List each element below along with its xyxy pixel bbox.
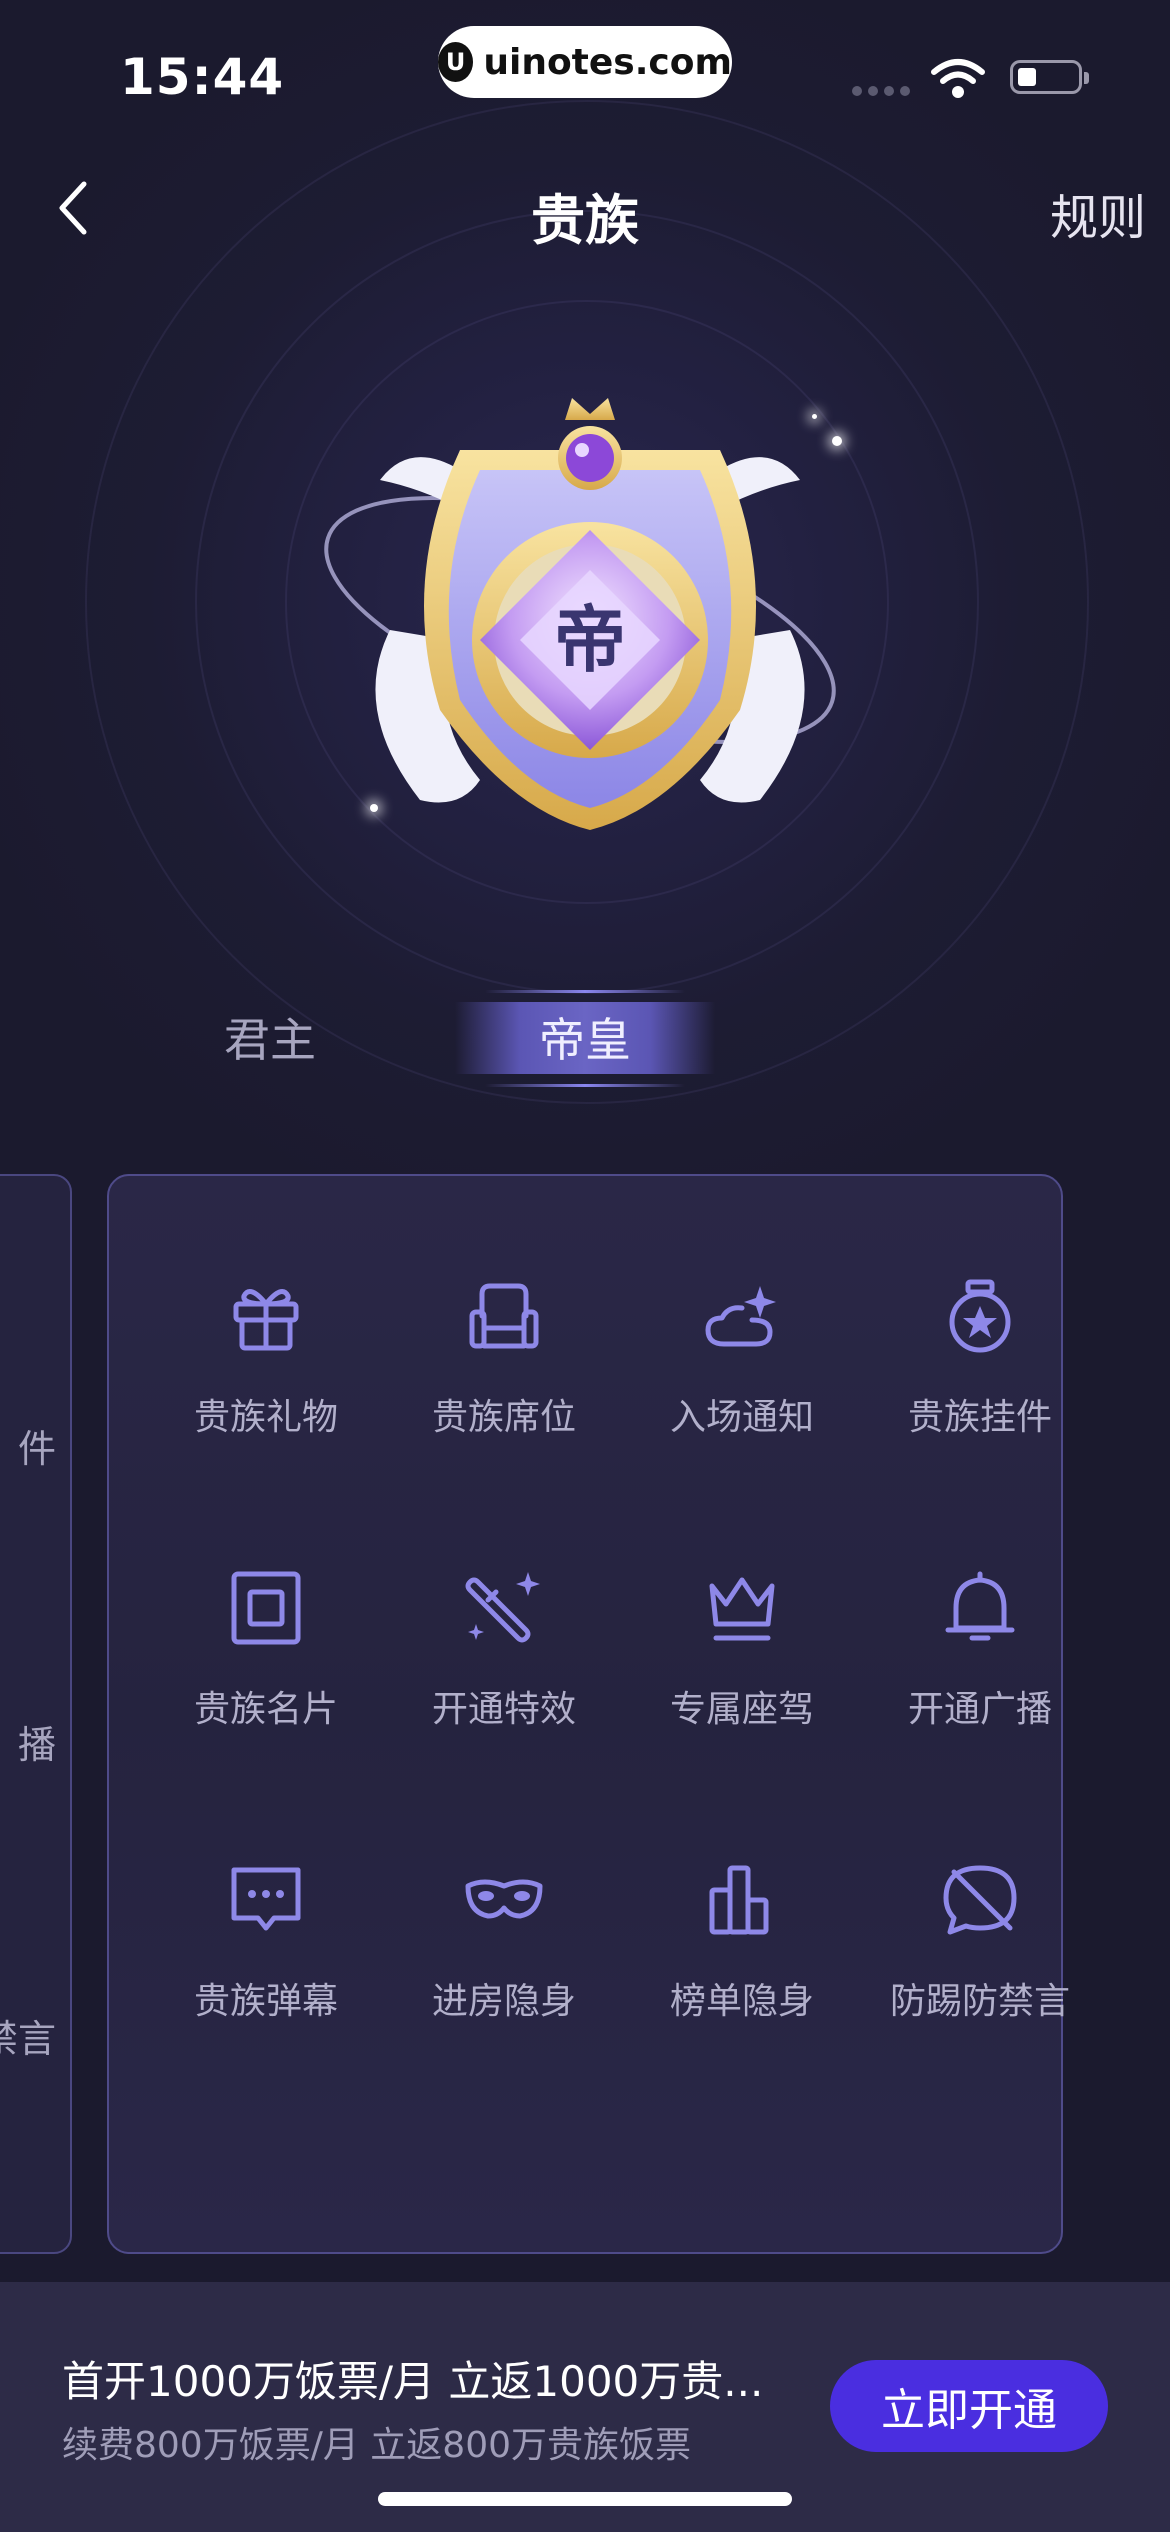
sparkle — [370, 804, 378, 812]
perk-label: 贵族挂件 — [907, 1397, 1052, 1438]
tab-highlight-line — [485, 1084, 685, 1087]
first-purchase-offer: 首开1000万饭票/月 立返1000万贵... — [62, 2357, 764, 2406]
perk-item-room-stealth[interactable]: 进房隐身 — [385, 1860, 623, 2060]
bell-icon — [945, 1571, 1015, 1641]
perk-label: 开通特效 — [431, 1689, 576, 1730]
medal-icon — [949, 1279, 1011, 1353]
site-logo-icon: U — [438, 42, 474, 82]
cloud-sparkle-icon — [705, 1286, 776, 1347]
perk-label: 贵族席位 — [431, 1397, 576, 1438]
perk-label-fragment: 禁言 — [0, 2017, 56, 2061]
perk-label-fragment: 播 — [17, 1723, 56, 1767]
card-icon — [231, 1571, 301, 1645]
status-time: 15:44 — [120, 48, 285, 106]
perk-item-rank-stealth[interactable]: 榜单隐身 — [623, 1860, 861, 2060]
perk-label: 榜单隐身 — [669, 1981, 814, 2022]
tab-dihuang-label: 帝皇 — [539, 1013, 631, 1067]
perk-item-entry-notice[interactable]: 入场通知 — [623, 1276, 861, 1476]
perk-item-anti-kick[interactable]: 防踢防禁言 — [861, 1860, 1099, 2060]
perk-label: 贵族名片 — [193, 1689, 338, 1730]
previous-tier-card[interactable]: 件 播 禁言 — [0, 1174, 72, 2254]
wifi-icon — [931, 59, 985, 98]
home-indicator — [378, 2492, 792, 2506]
no-chat-icon — [943, 1865, 1017, 1935]
privileges-card: 贵族礼物 贵族席位 入场通知 贵族挂件 贵族名片 开通特效 专属座驾 开通广播 … — [107, 1174, 1070, 2254]
site-watermark: U uinotes.com — [438, 26, 732, 98]
perk-label: 贵族弹幕 — [193, 1981, 338, 2022]
perk-item-vehicle[interactable]: 专属座驾 — [623, 1568, 861, 1768]
perk-label: 开通广播 — [907, 1689, 1052, 1730]
sparkle — [812, 414, 817, 419]
tab-dihuang[interactable]: 帝皇 — [455, 990, 715, 1087]
nobility-badge: 帝 — [324, 398, 836, 830]
tab-highlight-line — [485, 990, 685, 993]
perk-item-name-card[interactable]: 贵族名片 — [147, 1568, 385, 1768]
renewal-offer: 续费800万饭票/月 立返800万贵族饭票 — [62, 2425, 691, 2466]
perk-item-gift[interactable]: 贵族礼物 — [147, 1276, 385, 1476]
perk-item-seat[interactable]: 贵族席位 — [385, 1276, 623, 1476]
seat-icon — [469, 1283, 539, 1349]
perk-label: 贵族礼物 — [193, 1397, 338, 1438]
perk-label: 专属座驾 — [669, 1689, 814, 1730]
perk-label: 防踢防禁言 — [889, 1981, 1070, 2022]
perk-label: 进房隐身 — [431, 1981, 576, 2022]
badge-emblem-char: 帝 — [554, 598, 626, 682]
perk-item-pendant[interactable]: 贵族挂件 — [861, 1276, 1099, 1476]
cellular-signal-icon — [852, 86, 910, 96]
perk-item-broadcast[interactable]: 开通广播 — [861, 1568, 1099, 1768]
tab-junzhu[interactable]: 君主 — [180, 1004, 360, 1070]
battery-icon — [1010, 60, 1089, 94]
bar-chart-icon — [709, 1865, 769, 1935]
chat-bubble-icon — [231, 1867, 301, 1931]
sparkle — [832, 436, 842, 446]
open-now-button[interactable]: 立即开通 — [830, 2360, 1108, 2452]
gift-icon — [233, 1289, 299, 1351]
page-title: 贵族 — [531, 189, 639, 252]
mask-icon — [465, 1879, 543, 1919]
magic-wand-icon — [465, 1572, 540, 1643]
perk-item-danmaku[interactable]: 贵族弹幕 — [147, 1860, 385, 2060]
perk-label-fragment: 件 — [17, 1427, 56, 1471]
crown-icon — [709, 1577, 775, 1641]
perk-item-effect[interactable]: 开通特效 — [385, 1568, 623, 1768]
rules-link[interactable]: 规则 — [1050, 178, 1146, 248]
perk-label: 入场通知 — [669, 1397, 814, 1438]
site-name: uinotes.com — [483, 41, 732, 83]
